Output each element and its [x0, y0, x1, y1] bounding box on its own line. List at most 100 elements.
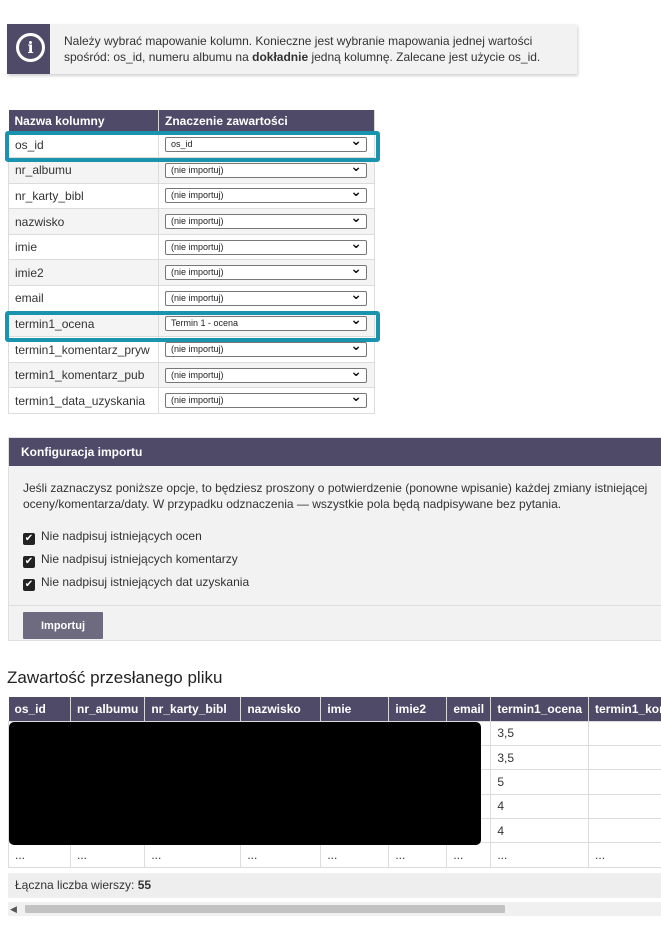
content-header: nr_albumu [70, 697, 146, 721]
content-header: nr_karty_bibl [144, 697, 242, 721]
table-cell: 4 [490, 818, 590, 844]
ellipsis-cell: ... [320, 842, 390, 868]
ellipsis-cell: ... [240, 842, 322, 868]
table-cell [588, 769, 661, 795]
option-ocen[interactable]: ✔ Nie nadpisuj istniejących ocen [23, 528, 202, 545]
mapping-select-value: os_id [171, 139, 193, 150]
mapping-cell: (nie importuj) ⌄ [158, 285, 375, 312]
mapping-cell: (nie importuj) ⌄ [158, 182, 375, 210]
mapping-select[interactable]: (nie importuj) ⌄ [165, 236, 367, 255]
mapping-row: termin1_komentarz_pryw (nie importuj) ⌄ [8, 336, 375, 363]
table-cell [588, 818, 661, 844]
chevron-down-icon: ⌄ [350, 311, 362, 328]
column-name: termin1_data_uzyskania [8, 387, 159, 415]
scroll-left-icon[interactable]: ◀ [10, 902, 17, 916]
scrollbar-thumb[interactable] [25, 905, 505, 913]
table-cell [588, 793, 661, 820]
chevron-down-icon: ⌄ [350, 285, 362, 302]
mapping-select-value: (nie importuj) [171, 344, 224, 355]
mapping-cell: (nie importuj) ⌄ [158, 233, 375, 261]
column-name: email [8, 285, 159, 312]
info-box-bg: i Należy wybrać mapowanie kolumn. Koniec… [7, 24, 577, 74]
content-title: Zawartość przesłanego pliku [7, 668, 223, 687]
info-strip: i [7, 24, 50, 74]
mapping-select[interactable]: Termin 1 - ocena ⌄ [165, 311, 367, 332]
table-cell [588, 720, 661, 746]
mapping-select-value: (nie importuj) [171, 164, 224, 175]
option-dat[interactable]: ✔ Nie nadpisuj istniejących dat uzyskania [23, 574, 250, 591]
mapping-row: imie2 (nie importuj) ⌄ [8, 259, 375, 287]
table-cell: 3,5 [490, 720, 590, 746]
config-description: Jeśli zaznaczysz poniższe opcje, to będz… [23, 481, 648, 511]
mapping-row: termin1_komentarz_pub (nie importuj) ⌄ [8, 361, 375, 389]
ellipsis-cell: ... [69, 842, 146, 868]
table-cell: 3,5 [490, 744, 590, 771]
info-box: i Należy wybrać mapowanie kolumn. Koniec… [7, 24, 577, 74]
mapping-select[interactable]: (nie importuj) ⌄ [165, 337, 367, 358]
column-name: imie2 [8, 259, 159, 287]
checkbox-checked-icon[interactable]: ✔ [23, 556, 35, 568]
mapping-select[interactable]: (nie importuj) ⌄ [165, 362, 367, 383]
mapping-cell: (nie importuj) ⌄ [158, 208, 375, 235]
column-name: termin1_komentarz_pryw [8, 336, 159, 363]
chevron-down-icon: ⌄ [350, 183, 362, 200]
horizontal-scrollbar[interactable]: ◀ [8, 902, 661, 916]
ellipsis-cell: ... [588, 842, 661, 868]
mapping-select-value: (nie importuj) [171, 216, 224, 227]
checkbox-checked-icon[interactable]: ✔ [23, 533, 35, 545]
total-value: 55 [137, 878, 152, 892]
column-mapping-table: Nazwa kolumny Znaczenie zawartości os_id… [8, 110, 375, 415]
chevron-down-icon: ⌄ [350, 132, 362, 149]
ellipsis-cell: ... [388, 842, 448, 868]
column-name: imie [8, 233, 159, 261]
mapping-select[interactable]: (nie importuj) ⌄ [165, 159, 367, 178]
content-header: os_id [8, 697, 71, 721]
import-config-panel: Konfiguracja importu Jeśli zaznaczysz po… [8, 437, 661, 641]
import-button[interactable]: Importuj [23, 612, 103, 639]
column-name: nazwisko [8, 208, 159, 235]
mapping-cell: (nie importuj) ⌄ [158, 387, 375, 415]
table-cell: 4 [490, 793, 590, 820]
chevron-down-icon: ⌄ [350, 260, 362, 277]
column-name: termin1_ocena [8, 310, 159, 338]
mapping-select[interactable]: (nie importuj) ⌄ [165, 260, 367, 281]
total-rows: Łączna liczba wierszy: 55 [8, 873, 661, 898]
mapping-cell: os_id ⌄ [158, 131, 375, 159]
mapping-row: nr_albumu (nie importuj) ⌄ [8, 157, 375, 184]
mapping-cell: (nie importuj) ⌄ [158, 259, 375, 287]
mapping-row: os_id os_id ⌄ [8, 131, 375, 159]
divider [9, 605, 661, 606]
redacted-area [9, 722, 481, 845]
mapping-select[interactable]: (nie importuj) ⌄ [165, 210, 367, 230]
header-content-meaning: Znaczenie zawartości [158, 110, 375, 132]
mapping-select[interactable]: (nie importuj) ⌄ [165, 183, 367, 204]
option-label: Nie nadpisuj istniejących dat uzyskania [41, 575, 250, 589]
mapping-row: imie (nie importuj) ⌄ [8, 233, 375, 261]
column-name: termin1_komentarz_pub [8, 361, 159, 389]
mapping-select-value: (nie importuj) [171, 369, 224, 380]
info-text-part2: jedną kolumnę. Zalecane jest użycie os_i… [308, 50, 541, 64]
mapping-row: email (nie importuj) ⌄ [8, 285, 375, 312]
mapping-select[interactable]: (nie importuj) ⌄ [165, 389, 367, 409]
option-label: Nie nadpisuj istniejących ocen [41, 529, 202, 543]
mapping-select-value: (nie importuj) [171, 190, 224, 201]
content-header: imie2 [388, 697, 448, 721]
table-cell [588, 744, 661, 771]
checkbox-checked-icon[interactable]: ✔ [23, 579, 35, 591]
column-name: nr_albumu [8, 157, 159, 184]
option-komentarzy[interactable]: ✔ Nie nadpisuj istniejących komentarzy [23, 551, 238, 568]
mapping-cell: (nie importuj) ⌄ [158, 336, 375, 363]
mapping-select[interactable]: os_id ⌄ [165, 132, 367, 153]
content-header: nazwisko [240, 697, 322, 721]
mapping-select-value: (nie importuj) [171, 267, 224, 278]
mapping-row: nazwisko (nie importuj) ⌄ [8, 208, 375, 235]
mapping-cell: Termin 1 - ocena ⌄ [158, 310, 375, 338]
content-header: termin1_ocena [490, 697, 590, 721]
info-icon: i [16, 33, 45, 62]
mapping-select[interactable]: (nie importuj) ⌄ [165, 285, 367, 306]
chevron-down-icon: ⌄ [350, 362, 362, 379]
table-cell: 5 [490, 769, 590, 795]
chevron-down-icon: ⌄ [350, 337, 362, 354]
ellipsis-cell: ... [490, 842, 590, 868]
mapping-select-value: Termin 1 - ocena [171, 318, 239, 329]
